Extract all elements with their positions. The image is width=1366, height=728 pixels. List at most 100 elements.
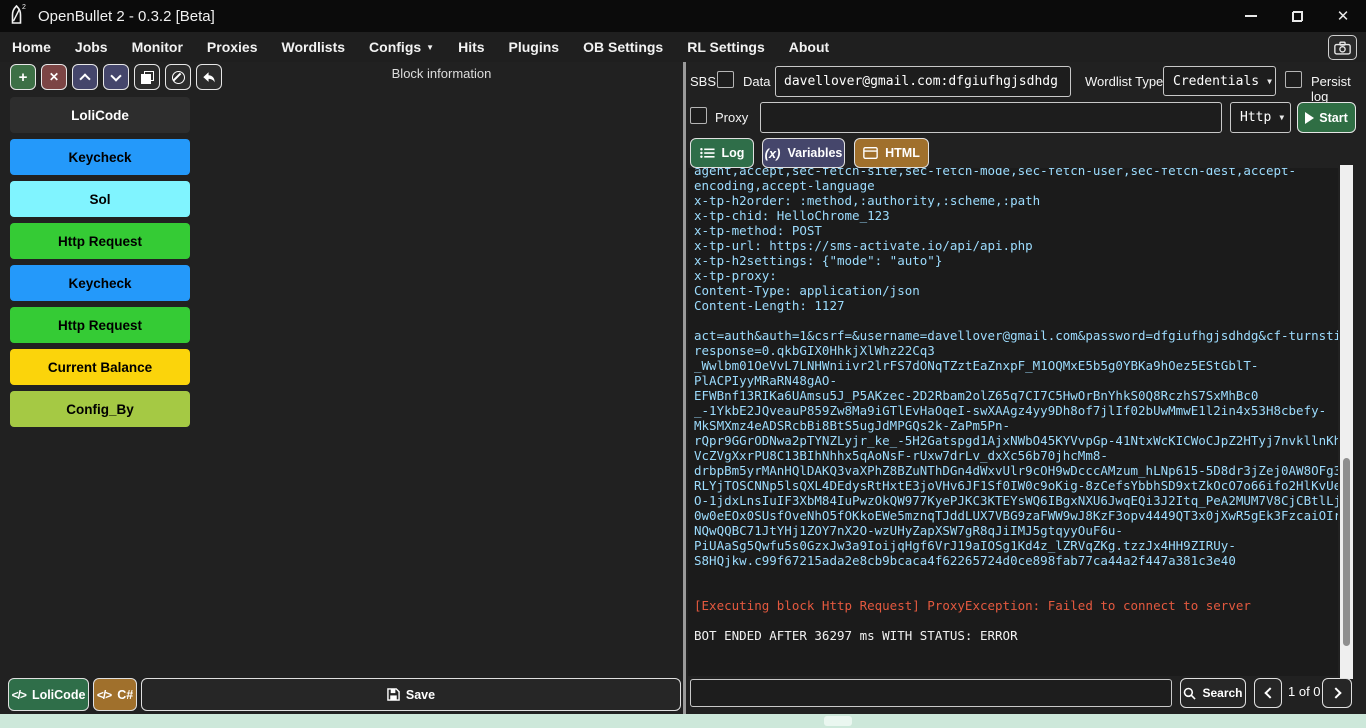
- log-scrollbar[interactable]: [1340, 165, 1353, 679]
- html-view-button[interactable]: HTML: [854, 138, 929, 168]
- block-stack: LoliCode Keycheck Sol Http Request Keycheck H…: [10, 97, 190, 433]
- browser-window-icon: [863, 147, 878, 159]
- log-line: EFWBnf13RIKa6UAmsu5J_P5AKzec-2D2Rbam2olZ…: [694, 388, 1338, 403]
- restore-icon: [1292, 11, 1303, 22]
- start-button[interactable]: Start: [1297, 102, 1356, 133]
- csharp-view-button[interactable]: </> C#: [93, 678, 137, 711]
- code-icon: </>: [97, 688, 111, 702]
- chevron-up-icon: [79, 73, 90, 84]
- list-icon: [700, 147, 715, 159]
- menu-home[interactable]: Home: [0, 32, 63, 62]
- persist-log-checkbox[interactable]: [1285, 71, 1302, 88]
- proxy-checkbox[interactable]: [690, 107, 707, 124]
- save-button[interactable]: Save: [141, 678, 681, 711]
- menu-monitor[interactable]: Monitor: [120, 32, 195, 62]
- match-counter: 1 of 0: [1288, 684, 1321, 699]
- sbs-checkbox[interactable]: [717, 71, 734, 88]
- chevron-left-icon: [1264, 687, 1275, 698]
- save-floppy-icon: [387, 688, 400, 701]
- log-line: x-tp-method: POST: [694, 223, 1338, 238]
- log-line: [694, 613, 1338, 628]
- stacker-block[interactable]: LoliCode: [10, 97, 190, 133]
- svg-text:2: 2: [22, 4, 26, 11]
- restore-button[interactable]: [1274, 0, 1320, 32]
- move-block-up-button[interactable]: [72, 64, 98, 90]
- menu-rl-settings[interactable]: RL Settings: [675, 32, 777, 62]
- disable-block-button[interactable]: [165, 64, 191, 90]
- debugger-log[interactable]: agent,accept,sec-fetch-site,sec-fetch-mo…: [688, 168, 1338, 676]
- variables-icon: (x): [765, 146, 781, 161]
- search-button[interactable]: Search: [1180, 678, 1246, 708]
- screenshot-button[interactable]: [1328, 35, 1357, 60]
- persist-log-label: Persist log: [1311, 74, 1366, 104]
- menu-configs[interactable]: Configs▼: [357, 32, 446, 62]
- next-match-button[interactable]: [1322, 678, 1352, 708]
- stacker-block[interactable]: Http Request: [10, 223, 190, 259]
- variables-view-button[interactable]: (x) Variables: [762, 138, 845, 168]
- menu-jobs[interactable]: Jobs: [63, 32, 120, 62]
- stacker-block[interactable]: Keycheck: [10, 265, 190, 301]
- stacker-block[interactable]: Keycheck: [10, 139, 190, 175]
- log-line: drbpBm5yrMAnHQlDAKQ3vaXPhZ8BZuNThDGn4dWx…: [694, 463, 1338, 478]
- proxy-input[interactable]: [760, 102, 1222, 133]
- log-line: Content-Type: application/json: [694, 283, 1338, 298]
- log-line: VcZVgXxrPU8C13BIhNhhx5qAoNsF-rUxw7drLv_d…: [694, 448, 1338, 463]
- data-input[interactable]: [775, 66, 1071, 97]
- data-label: Data: [743, 74, 770, 89]
- minimize-button[interactable]: [1228, 0, 1274, 32]
- log-line: _Wwlbm01OeVvL7LNHWniivr2lrFS7dONqTZztEaZ…: [694, 358, 1338, 373]
- code-icon: </>: [12, 688, 26, 702]
- log-view-button[interactable]: Log: [690, 138, 754, 168]
- log-line: [694, 583, 1338, 598]
- taskbar-strip: [0, 714, 1366, 728]
- log-line: O-1jdxLnsIuIF3XbM84IuPwzOkQW977KyePJKC3K…: [694, 493, 1338, 508]
- log-line: MkSMXmz4eADSRcbBi8BtS5ugJdMPGQs2k-ZaPm5P…: [694, 418, 1338, 433]
- log-line: 0w0eEOx0SUsfOveNhO5fOKkoEWe5mznqTJddLUX7…: [694, 508, 1338, 523]
- log-line: PlACPIyyMRaRN48gAO-: [694, 373, 1338, 388]
- log-line: encoding,accept-language: [694, 178, 1338, 193]
- stacker-bottom-bar: </> LoliCode </> C# Save: [0, 678, 683, 711]
- close-button[interactable]: ✕: [1320, 0, 1366, 32]
- search-icon: [1183, 687, 1196, 700]
- circle-slash-icon: [172, 71, 185, 84]
- minimize-icon: [1245, 15, 1257, 17]
- log-line: PiUAaSg5Qwfu5s0GzxJw3a9IoijqHgf6VrJ19aIO…: [694, 538, 1338, 553]
- menu-plugins[interactable]: Plugins: [497, 32, 572, 62]
- block-information-title: Block information: [200, 66, 683, 81]
- log-scrollbar-thumb[interactable]: [1343, 458, 1350, 646]
- menu-hits[interactable]: Hits: [446, 32, 496, 62]
- stacker-block[interactable]: Sol: [10, 181, 190, 217]
- menu-bar: Home Jobs Monitor Proxies Wordlists Conf…: [0, 32, 1366, 62]
- stacker-toolbar: + ✕: [10, 64, 222, 90]
- log-line: x-tp-chid: HelloChrome_123: [694, 208, 1338, 223]
- stacker-block[interactable]: Config_By: [10, 391, 190, 427]
- menu-wordlists[interactable]: Wordlists: [270, 32, 358, 62]
- stacker-block[interactable]: Http Request: [10, 307, 190, 343]
- log-line: agent,accept,sec-fetch-site,sec-fetch-mo…: [694, 168, 1338, 178]
- log-line: NQwQQBC71JtYHj1ZOY7nX2O-wzUHyZapXSW7gR8q…: [694, 523, 1338, 538]
- wordlist-type-select[interactable]: Credentials ▼: [1163, 66, 1276, 96]
- chevron-down-icon: ▼: [1267, 77, 1272, 86]
- camera-icon: [1334, 41, 1351, 55]
- x-icon: ✕: [49, 70, 59, 84]
- wordlist-type-label: Wordlist Type: [1085, 74, 1163, 89]
- log-line: Content-Length: 1127: [694, 298, 1338, 313]
- previous-match-button[interactable]: [1254, 678, 1282, 708]
- clone-block-button[interactable]: [134, 64, 160, 90]
- taskbar-tab: [824, 716, 852, 726]
- delete-block-button[interactable]: ✕: [41, 64, 67, 90]
- move-block-down-button[interactable]: [103, 64, 129, 90]
- clone-icon: [141, 71, 154, 84]
- proxy-type-select[interactable]: Http ▼: [1230, 102, 1291, 133]
- lolicode-view-button[interactable]: </> LoliCode: [8, 678, 89, 711]
- add-block-button[interactable]: +: [10, 64, 36, 90]
- play-icon: [1305, 112, 1314, 124]
- menu-ob-settings[interactable]: OB Settings: [571, 32, 675, 62]
- menu-about[interactable]: About: [777, 32, 841, 62]
- openbullet-window: 2 OpenBullet 2 - 0.3.2 [Beta] ✕ Home Job…: [0, 0, 1366, 728]
- stacker-block[interactable]: Current Balance: [10, 349, 190, 385]
- log-line: [694, 568, 1338, 583]
- search-input[interactable]: [690, 679, 1172, 707]
- menu-proxies[interactable]: Proxies: [195, 32, 270, 62]
- log-lines: agent,accept,sec-fetch-site,sec-fetch-mo…: [694, 168, 1338, 643]
